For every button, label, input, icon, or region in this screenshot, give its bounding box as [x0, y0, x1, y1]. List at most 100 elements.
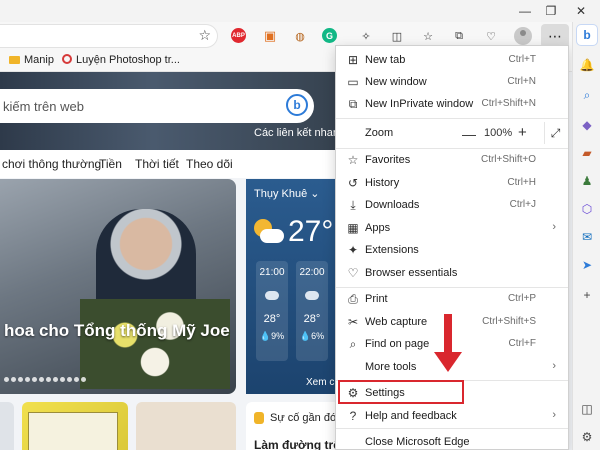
- bing-copilot-icon[interactable]: b: [576, 24, 598, 46]
- menu-item-shortcut: Ctrl+H: [507, 177, 536, 188]
- menu-item-label: History: [365, 177, 400, 189]
- extension-orange-icon[interactable]: ▣: [261, 27, 279, 45]
- hourly-forecast-item[interactable]: 22:00 28° 💧6%: [296, 261, 328, 361]
- collections-icon[interactable]: ⧉: [450, 27, 468, 45]
- carousel-dot[interactable]: [11, 377, 16, 382]
- close-window-button[interactable]: ✕: [569, 2, 593, 20]
- menu-item-label: Apps: [365, 222, 391, 234]
- tools-briefcase-icon[interactable]: ▰: [578, 144, 596, 162]
- menu-item-help-feedback[interactable]: ? Help and feedback ›: [336, 405, 568, 427]
- cookie-extension-icon[interactable]: ◍: [291, 27, 309, 45]
- carousel-dot[interactable]: [74, 377, 79, 382]
- bookmark-luyen-photoshop[interactable]: Luyện Photoshop tr...: [62, 54, 180, 66]
- sidebar-settings-gear-icon[interactable]: ⚙: [578, 428, 596, 446]
- chevron-right-icon: ›: [552, 360, 556, 372]
- nav-item-following[interactable]: Theo dõi: [186, 157, 233, 171]
- menu-item-apps[interactable]: ▦ Apps ›: [336, 217, 568, 239]
- chevron-right-icon: ›: [552, 221, 556, 233]
- bing-chat-button[interactable]: b: [286, 94, 308, 116]
- extensions-icon: ✦: [347, 243, 359, 257]
- menu-item-close-edge[interactable]: Close Microsoft Edge: [336, 431, 568, 450]
- maximize-button[interactable]: ❐: [539, 2, 563, 20]
- games-icon[interactable]: ♟: [578, 172, 596, 190]
- hide-sidebar-icon[interactable]: ◫: [578, 400, 596, 418]
- profile-avatar[interactable]: [514, 27, 532, 45]
- feed-card-partial[interactable]: [0, 402, 14, 450]
- minimize-button[interactable]: —: [513, 2, 537, 20]
- nav-item-weather[interactable]: Thời tiết: [135, 157, 179, 171]
- carousel-dot[interactable]: [25, 377, 30, 382]
- menu-item-label: Downloads: [365, 199, 420, 211]
- settings-highlight-box: [338, 380, 464, 404]
- partly-cloudy-icon: [254, 219, 284, 245]
- web-capture-icon: ✂: [347, 315, 359, 329]
- zoom-in-button[interactable]: +: [518, 124, 527, 141]
- weather-see-more-link[interactable]: Xem c: [306, 377, 334, 388]
- menu-item-new-tab[interactable]: ⊞ New tab Ctrl+T: [336, 49, 568, 71]
- nav-item-casual-games[interactable]: chơi thông thường: [2, 157, 101, 171]
- menu-item-downloads[interactable]: ⤓ Downloads Ctrl+J: [336, 194, 568, 216]
- hourly-precip: 💧9%: [259, 331, 285, 341]
- carousel-dot[interactable]: [67, 377, 72, 382]
- add-sidebar-app-icon[interactable]: +: [578, 286, 596, 304]
- hourly-forecast-item[interactable]: 21:00 28° 💧9%: [256, 261, 288, 361]
- bookmark-folder-manip[interactable]: Manip: [9, 54, 54, 66]
- carousel-dot[interactable]: [53, 377, 58, 382]
- top-news-card[interactable]: hoa cho Tổng thống Mỹ Joe: [0, 179, 236, 394]
- web-search-box[interactable]: kiếm trên web: [0, 89, 314, 123]
- menu-item-label: Find on page: [365, 338, 430, 350]
- carousel-dot[interactable]: [46, 377, 51, 382]
- menu-item-history[interactable]: ↺ History Ctrl+H: [336, 172, 568, 194]
- hourly-temp: 28°: [303, 313, 321, 325]
- menu-item-browser-essentials[interactable]: ♡ Browser essentials: [336, 262, 568, 284]
- nearby-incidents-card[interactable]: Sự cố gần đó Làm đường trên: [246, 402, 347, 450]
- hourly-precip: 💧6%: [299, 331, 325, 341]
- menu-item-favorites[interactable]: ☆ Favorites Ctrl+Shift+O: [336, 149, 568, 171]
- address-bar[interactable]: ☆: [0, 24, 218, 48]
- favorites-bar-icon[interactable]: ☆: [419, 27, 437, 45]
- feed-card-beige[interactable]: [136, 402, 236, 450]
- outlook-icon[interactable]: ✉: [578, 228, 596, 246]
- apps-icon: ▦: [347, 221, 359, 235]
- weather-card[interactable]: Thụy Khuê ⌄ 27° 21:00 28° 💧9% 22:00 28° …: [246, 179, 340, 394]
- carousel-dot[interactable]: [81, 377, 86, 382]
- menu-item-shortcut: Ctrl+Shift+S: [482, 316, 536, 327]
- microsoft-365-icon[interactable]: ⬡: [578, 200, 596, 218]
- new-tab-icon: ⊞: [347, 53, 359, 67]
- menu-item-shortcut: Ctrl+Shift+N: [481, 98, 536, 109]
- quick-links-label[interactable]: Các liên kết nhanh: [254, 127, 345, 139]
- menu-item-print[interactable]: ⎙ Print Ctrl+P: [336, 288, 568, 310]
- print-icon: ⎙: [348, 292, 358, 306]
- adblock-extension-icon[interactable]: ABP: [231, 28, 246, 43]
- fullscreen-icon[interactable]: ⤢: [544, 122, 566, 144]
- weather-location[interactable]: Thụy Khuê ⌄: [254, 187, 319, 200]
- carousel-dot[interactable]: [4, 377, 9, 382]
- notification-bell-icon[interactable]: 🔔: [578, 56, 596, 74]
- menu-item-shortcut: Ctrl+F: [508, 338, 537, 349]
- menu-item-shortcut: Ctrl+J: [509, 199, 536, 210]
- nav-item-money[interactable]: Tiền: [99, 157, 122, 171]
- menu-item-web-capture[interactable]: ✂ Web capture Ctrl+Shift+S: [336, 311, 568, 333]
- grammarly-extension-icon[interactable]: G: [322, 28, 337, 43]
- zoom-out-button[interactable]: —: [462, 126, 476, 142]
- folder-icon: [9, 56, 20, 64]
- carousel-dot[interactable]: [39, 377, 44, 382]
- menu-item-extensions[interactable]: ✦ Extensions: [336, 239, 568, 261]
- drop-icon[interactable]: ➤: [578, 256, 596, 274]
- split-screen-icon[interactable]: ◫: [388, 27, 406, 45]
- cloud-icon: [265, 291, 279, 300]
- carousel-dots[interactable]: [4, 377, 86, 382]
- carousel-dot[interactable]: [32, 377, 37, 382]
- favorite-star-icon[interactable]: ☆: [198, 27, 211, 44]
- carousel-dot[interactable]: [60, 377, 65, 382]
- extensions-puzzle-icon[interactable]: ✧: [357, 27, 375, 45]
- menu-item-label: More tools: [365, 361, 417, 373]
- new-window-icon: ▭: [347, 75, 359, 89]
- menu-item-new-window[interactable]: ▭ New window Ctrl+N: [336, 71, 568, 93]
- shopping-tag-icon[interactable]: ◆: [578, 116, 596, 134]
- menu-item-new-inprivate[interactable]: ⧉ New InPrivate window Ctrl+Shift+N: [336, 93, 568, 115]
- feed-card-yellow[interactable]: [22, 402, 128, 450]
- carousel-dot[interactable]: [18, 377, 23, 382]
- browser-essentials-icon[interactable]: ♡: [482, 27, 500, 45]
- search-icon[interactable]: ⌕: [578, 86, 596, 104]
